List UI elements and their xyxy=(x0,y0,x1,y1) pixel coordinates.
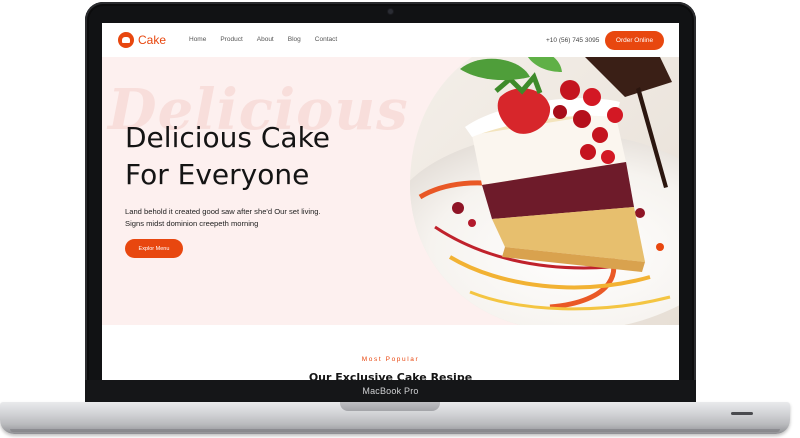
laptop-screen: Cake Home Product About Blog Contact +10… xyxy=(102,23,679,380)
nav-blog-link[interactable]: Blog xyxy=(288,36,301,43)
logo-text: Cake xyxy=(138,33,167,47)
section-eyebrow: Most Popular xyxy=(361,356,420,363)
description-line-2: Signs midst dominion creepeth morning xyxy=(125,219,259,228)
cake-slice-image xyxy=(410,57,679,325)
laptop-chin: MacBook Pro xyxy=(85,380,696,404)
headline-line-2: For Everyone xyxy=(125,158,310,191)
nav-contact-link[interactable]: Contact xyxy=(315,36,337,43)
nav-about-link[interactable]: About xyxy=(257,36,274,43)
phone-number[interactable]: +10 (56) 745 3095 xyxy=(546,37,599,44)
headline-line-1: Delicious Cake xyxy=(125,121,331,154)
nav-product-link[interactable]: Product xyxy=(220,36,242,43)
device-label: MacBook Pro xyxy=(362,386,419,396)
order-online-button[interactable]: Order Online xyxy=(605,31,664,50)
main-menu: Home Product About Blog Contact xyxy=(189,36,351,43)
description-line-1: Land behold it created good saw after sh… xyxy=(125,207,321,216)
site-header: Cake Home Product About Blog Contact +10… xyxy=(102,23,679,57)
laptop-notch xyxy=(340,402,440,411)
section-title: Our Exclusive Cake Resipe xyxy=(308,371,473,380)
popular-section: Most Popular Our Exclusive Cake Resipe xyxy=(102,325,679,380)
hero-headline: Delicious Cake For Everyone xyxy=(125,119,385,193)
explore-menu-button[interactable]: Explor Menu xyxy=(125,239,183,258)
hero-description: Land behold it created good saw after sh… xyxy=(125,206,385,230)
webcam-icon xyxy=(388,9,393,14)
base-slot xyxy=(731,412,753,415)
nav-home-link[interactable]: Home xyxy=(189,36,206,43)
site-logo[interactable]: Cake xyxy=(118,32,166,48)
cake-logo-icon xyxy=(118,32,134,48)
hero-section: Delicious Delicious Cake For Everyone La… xyxy=(102,57,679,325)
